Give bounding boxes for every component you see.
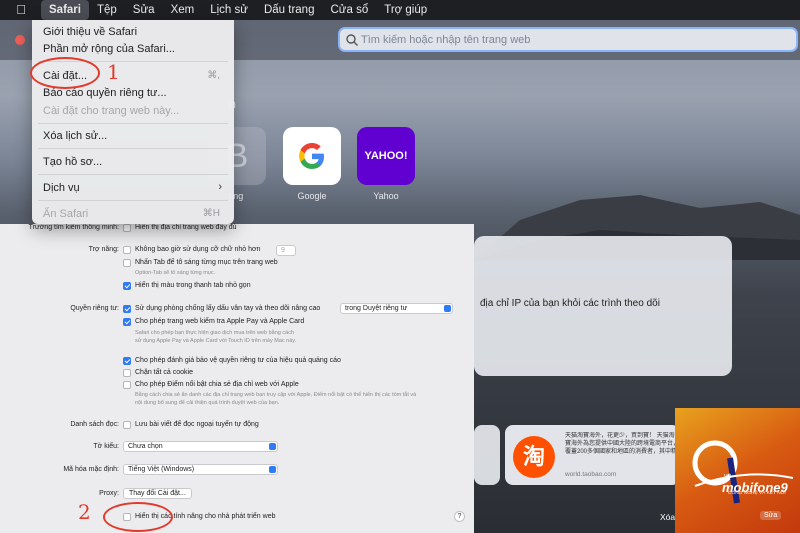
- tab-highlight-note: Option-Tab sẽ tô sáng từng mục.: [135, 270, 216, 276]
- fingerprint-protection-checkbox[interactable]: [123, 305, 131, 313]
- block-cookies-text: Chặn tất cả cookie: [135, 369, 193, 376]
- stylesheet-select[interactable]: Chưa chọn: [123, 441, 278, 452]
- settings-shortcut: ⌘,: [207, 70, 220, 81]
- watermark-edit-badge: Sửa: [760, 511, 782, 520]
- ad-privacy-checkbox[interactable]: [123, 357, 131, 365]
- menu-separator: [38, 123, 228, 124]
- accessibility-label: Trợ năng:: [88, 246, 119, 253]
- fingerprint-mode-select[interactable]: trong Duyệt riêng tư: [340, 303, 453, 314]
- menu-window[interactable]: Cửa sổ: [322, 0, 376, 20]
- mobifone-watermark: [675, 408, 800, 533]
- apple-pay-checkbox[interactable]: [123, 318, 131, 326]
- taobao-description: 天猫淘寶海外，花更少，買到寶！ 天猫淘寶海外為您提供中國大陸的跨境電商平台，覆蓋…: [565, 433, 680, 455]
- chevron-updown-icon: [269, 443, 276, 450]
- menu-separator: [38, 174, 228, 175]
- menu-view[interactable]: Xem: [163, 0, 203, 20]
- chevron-updown-icon: [444, 305, 451, 312]
- help-button[interactable]: ?: [454, 511, 465, 522]
- encoding-label: Mã hóa mặc định:: [63, 466, 119, 473]
- show-full-address-text: Hiển thị địa chỉ trang web đầy đủ: [135, 224, 237, 231]
- chevron-updown-icon: [269, 466, 276, 473]
- smart-search-label: Trường tìm kiếm thông minh:: [28, 224, 119, 231]
- annotation-circle-settings: [30, 57, 100, 89]
- reading-offline-checkbox[interactable]: [123, 421, 131, 429]
- menu-item-create-profile[interactable]: Tạo hồ sơ...: [43, 156, 102, 168]
- min-font-size-select[interactable]: 9: [276, 245, 296, 256]
- menu-separator: [38, 200, 228, 201]
- mobifone-logo-icon: [692, 440, 794, 504]
- apple-logo-icon[interactable]: : [13, 2, 29, 18]
- apple-pay-note-1: Safari cho phép bạn thực hiện giao dịch …: [135, 330, 295, 336]
- tab-highlight-checkbox[interactable]: [123, 259, 131, 267]
- favorite-label-google: Google: [297, 191, 327, 201]
- reading-list-label: Danh sách đọc:: [70, 421, 119, 428]
- taobao-logo-icon: 淘: [513, 436, 555, 478]
- chevron-right-icon: ›: [218, 181, 222, 193]
- highlights-note-1: Bằng cách chia sẻ ẩn danh các địa chỉ tr…: [135, 392, 417, 398]
- menu-history[interactable]: Lịch sử: [202, 0, 256, 20]
- apple-pay-note-2: sử dụng Apple Pay và Apple Card với Touc…: [135, 338, 297, 344]
- highlights-checkbox[interactable]: [123, 381, 131, 389]
- stylesheet-value: Chưa chọn: [128, 443, 163, 450]
- menu-item-services[interactable]: Dịch vụ: [43, 182, 80, 194]
- menu-separator: [38, 148, 228, 149]
- min-font-text: Không bao giờ sử dụng cỡ chữ nhỏ hơn: [135, 246, 261, 253]
- menu-bookmarks[interactable]: Dấu trang: [256, 0, 323, 20]
- fingerprint-protection-text: Sử dụng phòng chống lấy dấu vân tay và t…: [135, 305, 321, 312]
- close-window-button[interactable]: [15, 35, 25, 45]
- ad-privacy-text: Cho phép đánh giá bảo vệ quyền riêng tư …: [135, 357, 341, 364]
- favorite-label-yahoo: Yahoo: [373, 191, 399, 201]
- menu-item-clear-history[interactable]: Xóa lịch sử...: [43, 130, 107, 142]
- menu-item-site-settings: Cài đặt cho trang web này...: [43, 105, 180, 117]
- proxy-label: Proxy:: [99, 490, 119, 497]
- reading-list-card[interactable]: [474, 425, 500, 485]
- privacy-label: Quyền riêng tư:: [70, 305, 119, 312]
- encoding-value: Tiếng Việt (Windows): [128, 466, 195, 473]
- change-proxy-settings-button[interactable]: Thay đổi Cài đặt...: [123, 488, 192, 499]
- menu-file[interactable]: Tệp: [89, 0, 125, 20]
- show-full-address-checkbox[interactable]: [123, 224, 131, 232]
- safari-settings-panel: [0, 224, 474, 533]
- watermark-domain: .vn: [722, 473, 732, 480]
- tab-highlight-text: Nhấn Tab để tô sáng từng mục trên trang …: [135, 259, 278, 266]
- menu-safari[interactable]: Safari: [41, 0, 89, 20]
- safari-menu-dropdown: Giới thiệu về Safari Phần mở rộng của Sa…: [32, 20, 234, 224]
- stylesheet-label: Tờ kiểu:: [93, 443, 119, 450]
- fingerprint-mode-value: trong Duyệt riêng tư: [345, 305, 408, 312]
- menu-item-about[interactable]: Giới thiệu về Safari: [43, 26, 137, 38]
- search-icon: [346, 33, 358, 46]
- menu-edit[interactable]: Sửa: [125, 0, 163, 20]
- min-font-checkbox[interactable]: [123, 246, 131, 254]
- menu-bar:  Safari Tệp Sửa Xem Lịch sử Dấu trang C…: [0, 0, 800, 20]
- reading-offline-text: Lưu bài viết để đọc ngoại tuyến tự động: [135, 421, 259, 428]
- annotation-number-2: 2: [78, 500, 91, 524]
- color-tab-text: Hiển thị màu trong thanh tab nhỏ gọn: [135, 282, 251, 289]
- block-cookies-checkbox[interactable]: [123, 369, 131, 377]
- address-bar-placeholder: Tìm kiếm hoặc nhập tên trang web: [361, 33, 531, 46]
- favorite-tile-google[interactable]: [283, 127, 341, 185]
- favorite-tile-yahoo[interactable]: YAHOO!: [357, 127, 415, 185]
- apple-pay-text: Cho phép trang web kiểm tra Apple Pay và…: [135, 318, 305, 325]
- encoding-select[interactable]: Tiếng Việt (Windows): [123, 464, 278, 475]
- watermark-subtitle: CÔNG NGHỆ VÀ KẾT NỐI: [728, 491, 786, 496]
- taobao-url: world.taobao.com: [565, 471, 617, 478]
- menu-item-extensions[interactable]: Phần mở rộng của Safari...: [43, 43, 175, 55]
- hide-shortcut: ⌘H: [202, 208, 220, 219]
- privacy-report-text: địa chỉ IP của bạn khỏi các trình theo d…: [480, 298, 660, 309]
- address-bar[interactable]: Tìm kiếm hoặc nhập tên trang web: [338, 27, 798, 52]
- google-logo-icon: [299, 143, 324, 169]
- color-tab-checkbox[interactable]: [123, 282, 131, 290]
- annotation-number-1: 1: [107, 60, 120, 84]
- menu-help[interactable]: Trợ giúp: [376, 0, 435, 20]
- menu-item-hide-safari: Ẩn Safari: [43, 208, 89, 220]
- annotation-circle-developer: [103, 502, 173, 532]
- highlights-text: Cho phép Điểm nổi bật chia sẻ địa chỉ we…: [135, 381, 299, 388]
- highlights-note-2: nội dung bổ sung để cải thiện quá trình …: [135, 400, 280, 406]
